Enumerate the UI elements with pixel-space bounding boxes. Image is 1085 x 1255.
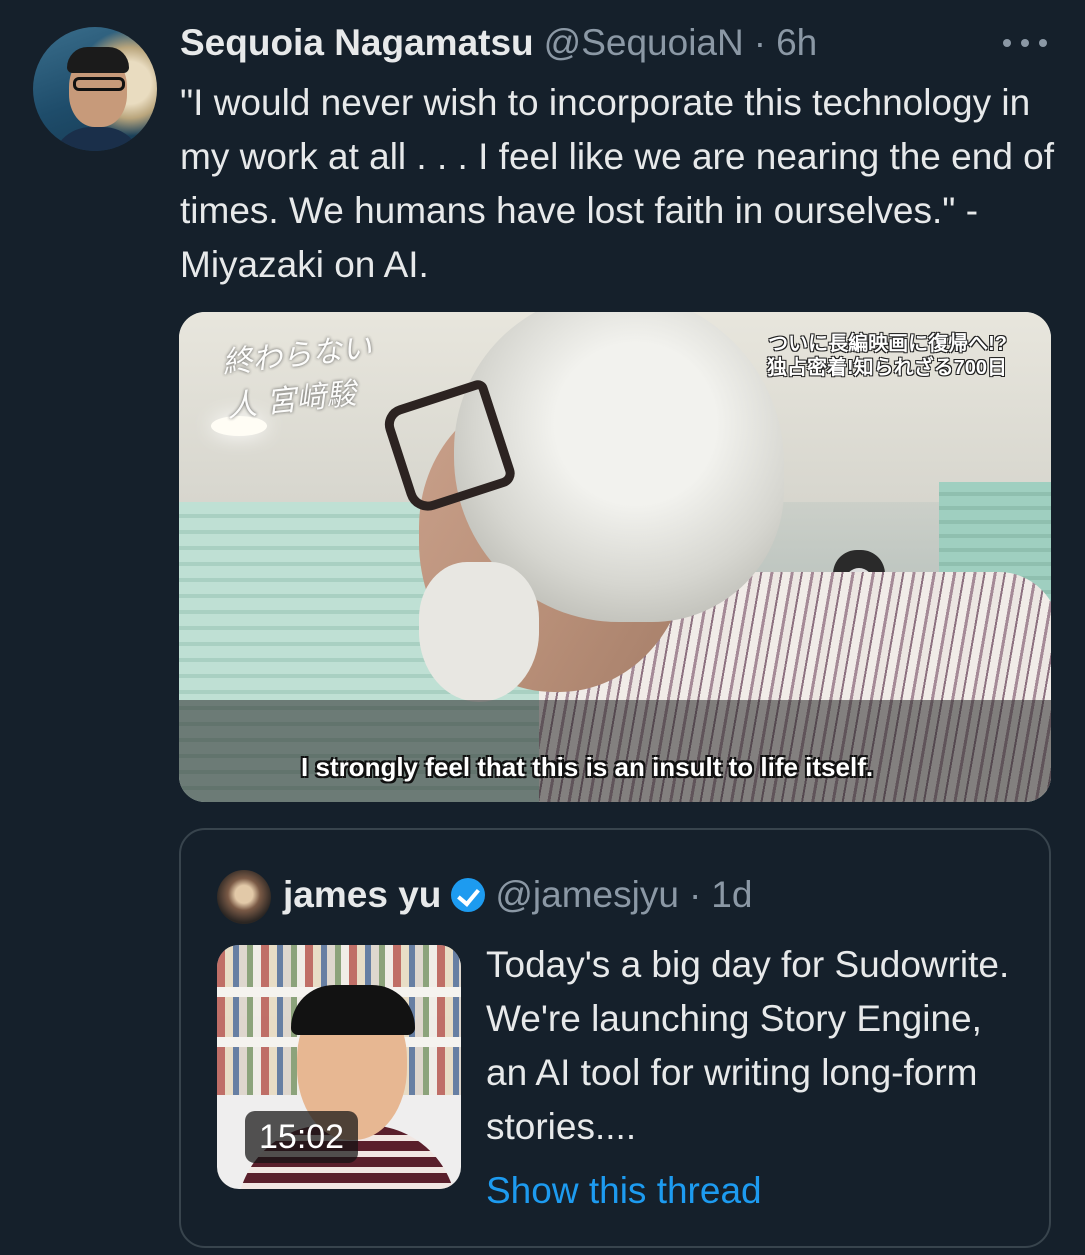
avatar-glasses xyxy=(73,77,125,91)
show-thread-link[interactable]: Show this thread xyxy=(486,1164,762,1218)
quoted-tweet[interactable]: james yu @jamesjyu · 1d 15:02 Today's a … xyxy=(179,828,1051,1248)
more-horizontal-icon[interactable] xyxy=(1000,28,1050,58)
quoted-tweet-timestamp[interactable]: 1d xyxy=(711,874,752,916)
video-banner-line1: ついに長編映画に復帰へ!? xyxy=(768,333,1007,355)
separator-dot: · xyxy=(753,22,767,63)
avatar-hair xyxy=(67,47,129,73)
tweet-header: Sequoia Nagamatsu @SequoiaN · 6h xyxy=(180,22,817,68)
author-name[interactable]: Sequoia Nagamatsu xyxy=(180,22,534,64)
more-dot xyxy=(1021,39,1029,47)
thumb-hair xyxy=(291,985,415,1035)
more-dot xyxy=(1039,39,1047,47)
quoted-tweet-text: Today's a big day for Sudowrite. We're l… xyxy=(486,944,1010,1147)
video-subtitle-bar xyxy=(179,700,1051,802)
video-program-logo: 終わらない人 宮﨑駿 xyxy=(220,330,374,425)
avatar-shirt xyxy=(51,127,143,151)
video-subtitle: I strongly feel that this is an insult t… xyxy=(301,752,874,782)
more-dot xyxy=(1003,39,1011,47)
quoted-video-thumbnail[interactable]: 15:02 xyxy=(217,945,461,1189)
video-banner-line2: 独占密着!知られざる700日 xyxy=(766,357,1007,379)
tweet-text: "I would never wish to incorporate this … xyxy=(180,82,1055,285)
tweet-video[interactable]: 終わらない人 宮﨑駿 ついに長編映画に復帰へ!? 独占密着!知られざる700日 … xyxy=(179,312,1051,802)
separator-dot: · xyxy=(688,874,702,915)
quoted-author-handle[interactable]: @jamesjyu xyxy=(495,874,679,916)
author-handle[interactable]: @SequoiaN xyxy=(544,22,744,64)
verified-badge-icon xyxy=(451,878,486,912)
tweet[interactable]: Sequoia Nagamatsu @SequoiaN · 6h "I woul… xyxy=(0,0,1085,1255)
video-beard xyxy=(419,562,539,702)
tweet-timestamp[interactable]: 6h xyxy=(776,22,817,64)
quoted-tweet-header: james yu @jamesjyu · 1d xyxy=(283,872,752,918)
quoted-author-avatar[interactable] xyxy=(217,870,271,924)
video-banner: ついに長編映画に復帰へ!? 独占密着!知られざる700日 xyxy=(767,332,1007,380)
quoted-author-name[interactable]: james yu xyxy=(283,874,441,916)
video-duration-badge: 15:02 xyxy=(245,1111,359,1163)
author-avatar[interactable] xyxy=(33,27,157,151)
